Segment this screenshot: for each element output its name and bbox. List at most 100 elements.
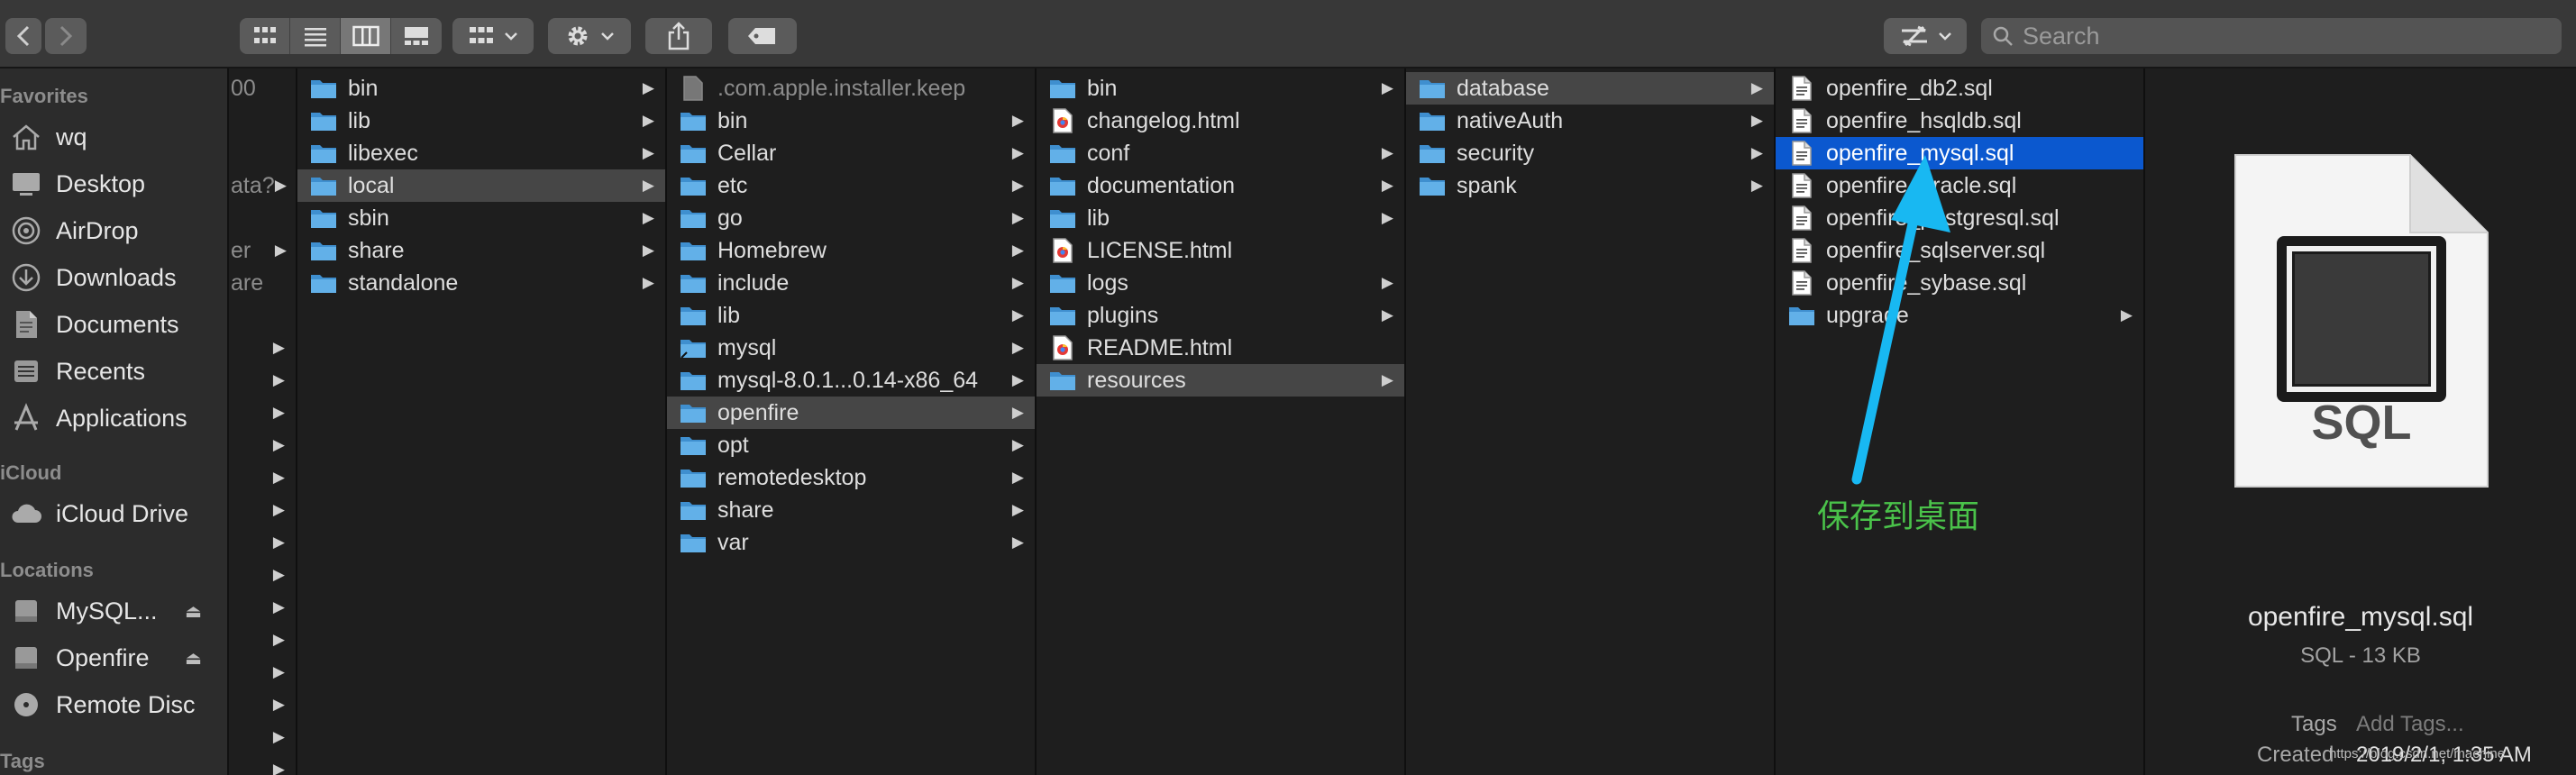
sidebar-item-icloud-drive[interactable]: iCloud Drive xyxy=(9,494,225,533)
list-item[interactable]: plugins ▶ xyxy=(1037,299,1404,332)
list-item[interactable]: are xyxy=(231,267,296,299)
list-item[interactable]: changelog.html xyxy=(1037,105,1404,137)
list-item-label: etc xyxy=(717,172,748,198)
icon-view-button[interactable] xyxy=(240,18,290,54)
list-item[interactable]: openfire ▶ xyxy=(667,397,1035,429)
list-item[interactable]: etc ▶ xyxy=(667,169,1035,202)
eject-icon[interactable]: ⏏ xyxy=(185,647,202,670)
list-item-label: LICENSE.html xyxy=(1087,237,1233,263)
folder-icon xyxy=(678,205,708,231)
list-item[interactable]: er ▶ xyxy=(231,234,296,267)
chevron-right-icon: ▶ xyxy=(1011,209,1024,226)
list-item[interactable]: go ▶ xyxy=(667,202,1035,234)
list-item[interactable]: opt ▶ xyxy=(667,429,1035,461)
sidebar-item-openfire-volume[interactable]: Openfire ⏏ xyxy=(9,638,225,678)
list-item[interactable]: README.html xyxy=(1037,332,1404,364)
tags-button[interactable] xyxy=(728,18,797,54)
sidebar-item-recents[interactable]: Recents xyxy=(9,351,225,391)
list-item[interactable]: resources ▶ xyxy=(1037,364,1404,397)
list-item[interactable]: lib ▶ xyxy=(297,105,665,137)
group-by-button[interactable] xyxy=(452,18,534,54)
preview-pane: SQL openfire_mysql.sql SQL - 13 KB Tags … xyxy=(2145,68,2576,775)
list-item[interactable]: share ▶ xyxy=(297,234,665,267)
list-item[interactable]: mysql-8.0.1...0.14-x86_64 ▶ xyxy=(667,364,1035,397)
search-field[interactable]: Search xyxy=(1981,18,2562,54)
sidebar-item-remote-disc[interactable]: Remote Disc xyxy=(9,685,225,725)
folder-icon xyxy=(1417,141,1448,166)
chevron-right-icon: ▶ xyxy=(642,177,654,194)
sidebar-item-documents[interactable]: Documents xyxy=(9,305,225,344)
add-tags-field[interactable]: Add Tags... xyxy=(2356,712,2464,737)
list-item[interactable]: include ▶ xyxy=(667,267,1035,299)
list-item-label: standalone xyxy=(348,269,459,296)
list-item-label: nativeAuth xyxy=(1457,107,1564,133)
list-item-label: logs xyxy=(1087,269,1128,296)
chevron-right-icon: ▶ xyxy=(642,79,654,96)
sidebar-item-wq[interactable]: wq xyxy=(9,117,225,157)
list-item[interactable]: conf ▶ xyxy=(1037,137,1404,169)
list-item[interactable]: lib ▶ xyxy=(1037,202,1404,234)
sidebar-item-mysql-volume[interactable]: MySQL... ⏏ xyxy=(9,591,225,631)
list-item[interactable]: var ▶ xyxy=(667,526,1035,559)
chevron-right-icon: ▶ xyxy=(1750,177,1763,194)
list-item[interactable]: logs ▶ xyxy=(1037,267,1404,299)
eject-icon[interactable]: ⏏ xyxy=(185,600,202,623)
sidebar-item-airdrop[interactable]: AirDrop xyxy=(9,211,225,251)
list-item-label: remotedesktop xyxy=(717,464,867,490)
gallery-view-button[interactable] xyxy=(391,18,442,54)
list-item[interactable]: 00 xyxy=(231,72,296,105)
list-view-button[interactable] xyxy=(290,18,341,54)
list-item-label: plugins xyxy=(1087,302,1159,328)
list-item[interactable]: sbin ▶ xyxy=(297,202,665,234)
list-item[interactable]: security ▶ xyxy=(1406,137,1774,169)
list-item[interactable]: local ▶ xyxy=(297,169,665,202)
list-item[interactable]: share ▶ xyxy=(667,494,1035,526)
folder-icon xyxy=(678,270,708,296)
list-item[interactable]: spank ▶ xyxy=(1406,169,1774,202)
chevron-right-icon: ▶ xyxy=(1381,177,1393,194)
list-item[interactable]: LICENSE.html xyxy=(1037,234,1404,267)
list-item[interactable]: openfire_hsqldb.sql xyxy=(1776,105,2143,137)
list-item[interactable]: libexec ▶ xyxy=(297,137,665,169)
folder-icon xyxy=(308,76,339,101)
action-menu-button[interactable] xyxy=(548,18,631,54)
list-item[interactable]: nativeAuth ▶ xyxy=(1406,105,1774,137)
list-item-label: lib xyxy=(1087,205,1110,231)
list-item[interactable]: bin ▶ xyxy=(1037,72,1404,105)
list-item[interactable]: openfire_db2.sql xyxy=(1776,72,2143,105)
list-item-label: openfire xyxy=(717,399,799,425)
list-item[interactable]: standalone ▶ xyxy=(297,267,665,299)
desktop-icon xyxy=(9,168,43,200)
back-button[interactable] xyxy=(5,18,41,54)
list-item-label: changelog.html xyxy=(1087,107,1240,133)
list-item-label: bin xyxy=(348,75,379,101)
sidebar-item-downloads[interactable]: Downloads xyxy=(9,258,225,297)
list-item[interactable]: bin ▶ xyxy=(297,72,665,105)
path-menu-button[interactable] xyxy=(1884,18,1967,54)
chevron-right-icon: ▶ xyxy=(1011,404,1024,421)
list-item[interactable]: Cellar ▶ xyxy=(667,137,1035,169)
list-item[interactable]: documentation ▶ xyxy=(1037,169,1404,202)
list-item-label: bin xyxy=(717,107,748,133)
column-view-button[interactable] xyxy=(341,18,391,54)
share-button[interactable] xyxy=(645,18,712,54)
list-item[interactable]: mysql ▶ xyxy=(667,332,1035,364)
chevron-right-icon: ▶ xyxy=(1011,501,1024,518)
list-item[interactable]: Homebrew ▶ xyxy=(667,234,1035,267)
chevron-right-icon xyxy=(59,25,73,47)
sidebar-item-label: iCloud Drive xyxy=(56,499,189,527)
airdrop-icon xyxy=(9,214,43,247)
column-2: .com.apple.installer.keep bin ▶ Cellar ▶ etc ▶… xyxy=(667,68,1037,775)
chevron-right-icon: ▶ ▶ ▶ ▶ ▶ ▶ ▶ ▶ ▶ ▶ ▶ ▶ ▶ ▶ xyxy=(272,339,285,775)
chevron-right-icon: ▶ xyxy=(1011,306,1024,324)
list-item[interactable]: database ▶ xyxy=(1406,72,1774,105)
sidebar-item-applications[interactable]: Applications xyxy=(9,398,225,438)
folder-icon xyxy=(308,173,339,198)
sidebar-item-desktop[interactable]: Desktop xyxy=(9,164,225,204)
list-item[interactable]: lib ▶ xyxy=(667,299,1035,332)
list-item[interactable]: ata? ▶ xyxy=(231,169,296,202)
list-item[interactable]: bin ▶ xyxy=(667,105,1035,137)
list-item[interactable]: remotedesktop ▶ xyxy=(667,461,1035,494)
forward-button[interactable] xyxy=(45,18,87,54)
list-item[interactable]: .com.apple.installer.keep xyxy=(667,72,1035,105)
